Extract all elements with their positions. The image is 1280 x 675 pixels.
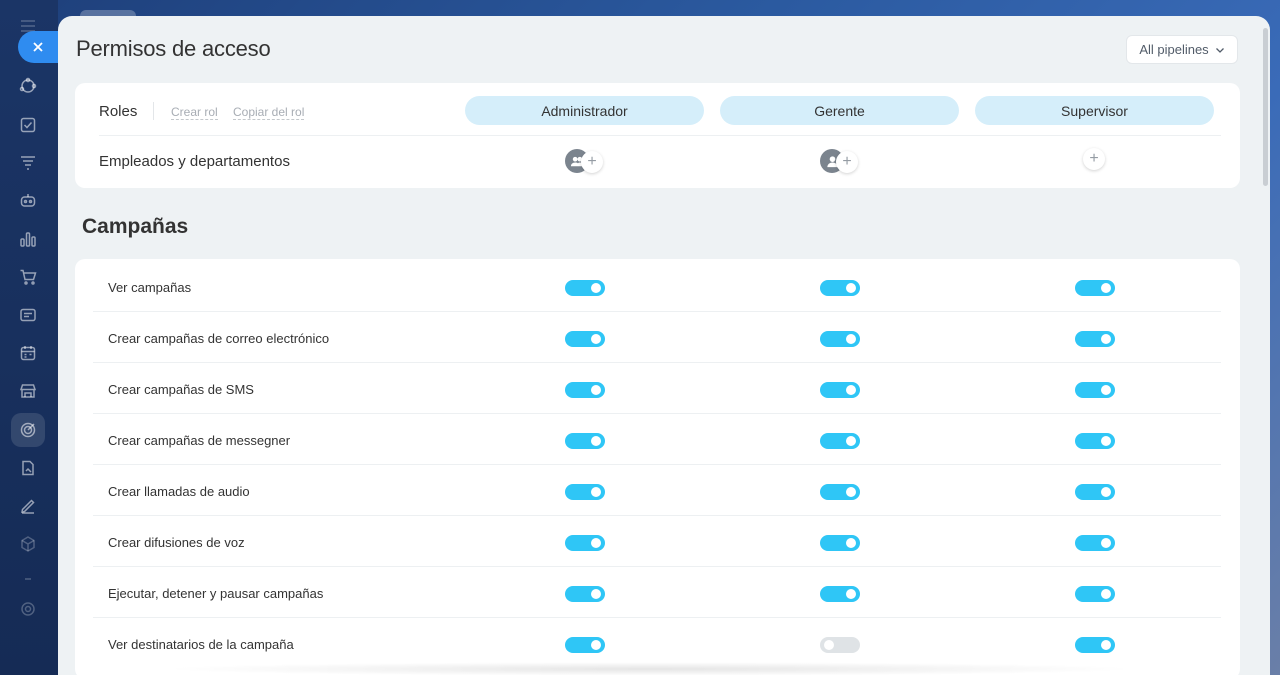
toggle-administrador[interactable] [565,535,605,551]
permission-label: Ver campañas [108,280,192,295]
add-member-button[interactable]: + [836,151,858,173]
roles-card: Roles Crear rol Copiar del rol Administr… [75,83,1240,188]
pipelines-dropdown-label: All pipelines [1139,42,1209,57]
toggle-supervisor[interactable] [1075,637,1115,653]
employees-departments-label: Empleados y departamentos [99,153,290,170]
funnel-icon[interactable] [19,154,37,172]
toggle-gerente[interactable] [820,535,860,551]
permission-label: Crear difusiones de voz [108,535,245,550]
roles-header-row: Roles Crear rol Copiar del rol Administr… [99,95,1221,136]
roles-label: Roles [99,103,138,120]
toggle-supervisor[interactable] [1075,382,1115,398]
permission-label: Crear campañas de correo electrónico [108,331,330,346]
page-title: Permisos de acceso [76,36,271,61]
role-supervisor[interactable]: Supervisor [975,96,1214,125]
permission-label: Crear campañas de SMS [108,382,254,397]
toggle-administrador[interactable] [565,637,605,653]
gerente-members: + [820,148,864,174]
toggle-administrador[interactable] [565,280,605,296]
pipelines-dropdown[interactable]: All pipelines [1126,35,1238,64]
settings-icon[interactable] [19,600,37,618]
contact-center-icon[interactable] [19,306,37,324]
administrador-members: + [565,148,609,174]
toggle-supervisor[interactable] [1075,586,1115,602]
toggle-gerente[interactable] [820,331,860,347]
toggle-gerente[interactable] [820,586,860,602]
toggle-supervisor[interactable] [1075,484,1115,500]
close-icon [33,42,43,52]
permission-row: Ver campañas [93,261,1221,312]
tasks-icon[interactable] [19,116,37,134]
toggle-administrador[interactable] [565,433,605,449]
toggle-supervisor[interactable] [1075,280,1115,296]
permission-row: Crear difusiones de voz [93,516,1221,567]
supervisor-members: + [1083,148,1127,174]
scrollbar[interactable] [1263,28,1268,186]
robot-icon[interactable] [19,192,37,210]
toggle-gerente[interactable] [820,433,860,449]
permission-label: Crear llamadas de audio [108,484,250,499]
cart-icon[interactable] [19,268,37,286]
bottom-shadow [160,662,1140,675]
store-icon[interactable] [19,382,37,400]
role-administrador[interactable]: Administrador [465,96,704,125]
toggle-administrador[interactable] [565,586,605,602]
toggle-supervisor[interactable] [1075,331,1115,347]
permission-row: Crear campañas de SMS [93,363,1221,414]
box-icon[interactable] [19,535,37,553]
permission-row: Crear campañas de correo electrónico [93,312,1221,363]
toggle-administrador[interactable] [565,331,605,347]
left-nav-rail [0,0,58,675]
toggle-administrador[interactable] [565,382,605,398]
copy-role-link[interactable]: Copiar del rol [233,105,305,120]
section-title-campanas: Campañas [82,215,189,238]
toggle-gerente[interactable] [820,280,860,296]
create-role-link[interactable]: Crear rol [171,105,218,120]
calendar-grid-icon[interactable] [19,344,37,362]
pen-icon[interactable] [19,497,37,515]
toggle-supervisor[interactable] [1075,535,1115,551]
toggle-gerente[interactable] [820,637,860,653]
permission-label: Ejecutar, detener y pausar campañas [108,586,324,601]
roles-separator [153,102,154,120]
permission-row: Crear llamadas de audio [93,465,1221,516]
permission-label: Crear campañas de messegner [108,433,291,448]
toggle-administrador[interactable] [565,484,605,500]
crm-icon[interactable] [19,77,37,95]
permission-row: Ejecutar, detener y pausar campañas [93,567,1221,618]
marketing-target-icon[interactable] [19,421,37,439]
toggle-supervisor[interactable] [1075,433,1115,449]
permission-row: Crear campañas de messegner [93,414,1221,465]
permission-label: Ver destinatarios de la campaña [108,637,294,652]
toggle-gerente[interactable] [820,382,860,398]
role-gerente[interactable]: Gerente [720,96,959,125]
document-sign-icon[interactable] [19,459,37,477]
add-member-button[interactable]: + [581,151,603,173]
chevron-down-icon [1215,47,1224,53]
permissions-card: Ver campañas Crear campañas de correo el… [75,259,1240,675]
toggle-gerente[interactable] [820,484,860,500]
analytics-icon[interactable] [19,230,37,248]
add-member-button[interactable]: + [1083,148,1105,170]
divider-icon [19,570,37,588]
close-slider-button[interactable] [18,31,62,63]
access-permissions-panel: Permisos de acceso All pipelines Roles C… [58,16,1270,675]
